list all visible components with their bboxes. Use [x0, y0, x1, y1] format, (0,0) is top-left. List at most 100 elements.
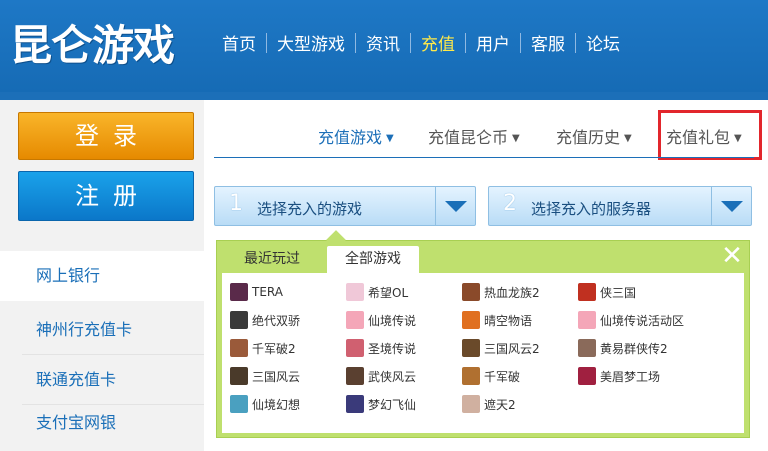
select-label: 选择充入的游戏	[257, 200, 363, 218]
game-name: 热血龙族2	[484, 285, 540, 300]
game-name: 圣境传说	[368, 341, 417, 356]
tab-label: 充值游戏	[318, 128, 383, 147]
game-icon	[462, 311, 480, 329]
nav-item-user[interactable]: 用户	[476, 30, 510, 55]
game-item[interactable]: 侠三国	[578, 281, 636, 303]
game-name: 三国风云2	[484, 341, 540, 356]
main-nav: 首页 大型游戏 资讯 充值 用户 客服 论坛	[222, 30, 620, 55]
chevron-down-icon: ▼	[512, 133, 520, 144]
game-name: 遮天2	[484, 397, 516, 412]
game-icon	[346, 311, 364, 329]
game-item[interactable]: 遮天2	[462, 393, 516, 415]
game-select[interactable]: 1 选择充入的游戏	[214, 186, 476, 226]
sidebar: 登录 注册 网上银行 神州行充值卡 联通充值卡 支付宝网银	[0, 100, 204, 451]
game-item[interactable]: 美眉梦工场	[578, 365, 660, 387]
register-button[interactable]: 注册	[18, 171, 194, 221]
game-icon	[346, 395, 364, 413]
game-icon	[230, 367, 248, 385]
nav-item-news[interactable]: 资讯	[366, 30, 400, 55]
game-icon	[462, 283, 480, 301]
tab-label: 充值历史	[556, 128, 621, 147]
step-number: 1	[229, 191, 243, 216]
game-item[interactable]: 仙境传说	[346, 309, 416, 331]
game-item[interactable]: 三国风云	[230, 365, 300, 387]
game-item[interactable]: 仙境幻想	[230, 393, 300, 415]
tab-recent-games[interactable]: 最近玩过	[227, 246, 317, 273]
sidebar-item-szx-card[interactable]: 神州行充值卡	[0, 305, 204, 355]
game-name: 美眉梦工场	[600, 369, 661, 384]
sidebar-item-alipay[interactable]: 支付宝网银	[0, 398, 204, 448]
game-icon	[578, 339, 596, 357]
close-icon[interactable]: ✕	[719, 243, 745, 269]
nav-item-recharge[interactable]: 充值	[421, 30, 455, 55]
page-body: 登录 注册 网上银行 神州行充值卡 联通充值卡 支付宝网银 充值游戏 ▼ 充值昆仑…	[0, 100, 768, 451]
game-icon	[578, 283, 596, 301]
game-name: TERA	[252, 285, 283, 299]
tab-recharge-coins[interactable]: 充值昆仑币 ▼	[428, 124, 520, 148]
game-icon	[230, 283, 248, 301]
game-icon	[462, 395, 480, 413]
game-name: 千军破2	[252, 341, 296, 356]
game-item[interactable]: 千军破2	[230, 337, 296, 359]
game-icon	[462, 367, 480, 385]
game-item[interactable]: TERA	[230, 281, 283, 303]
game-item[interactable]: 圣境传说	[346, 337, 416, 359]
nav-item-forum[interactable]: 论坛	[586, 30, 620, 55]
chevron-down-icon	[721, 201, 743, 212]
game-item[interactable]: 梦幻飞仙	[346, 393, 416, 415]
game-icon	[346, 339, 364, 357]
game-item[interactable]: 绝代双骄	[230, 309, 300, 331]
game-list: TERA 希望OL 热血龙族2 侠三国绝代双骄 仙境传说 晴空物语 仙境传说活动区千军破2 圣…	[222, 273, 744, 433]
game-name: 绝代双骄	[252, 313, 301, 328]
game-icon	[346, 283, 364, 301]
nav-item-big-games[interactable]: 大型游戏	[277, 30, 345, 55]
game-icon	[578, 311, 596, 329]
game-item[interactable]: 晴空物语	[462, 309, 532, 331]
game-name: 晴空物语	[484, 313, 533, 328]
game-name: 三国风云	[252, 369, 301, 384]
sidebar-item-label: 联通充值卡	[36, 370, 117, 389]
login-button[interactable]: 登录	[18, 112, 194, 160]
game-name: 仙境幻想	[252, 397, 301, 412]
game-item[interactable]: 千军破	[462, 365, 520, 387]
sidebar-item-online-bank[interactable]: 网上银行	[0, 251, 204, 301]
dropdown-button[interactable]	[435, 187, 475, 225]
server-select[interactable]: 2 选择充入的服务器	[488, 186, 752, 226]
site-header: 昆仑游戏 首页 大型游戏 资讯 充值 用户 客服 论坛	[0, 0, 768, 92]
game-picker-panel: 最近玩过 全部游戏 ✕ TERA 希望OL 热血龙族2 侠三国绝代双骄 仙境传说 晴空物语…	[216, 230, 750, 438]
tab-label: 充值昆仑币	[428, 128, 509, 147]
game-name: 侠三国	[600, 285, 637, 300]
game-icon	[346, 367, 364, 385]
tab-all-games[interactable]: 全部游戏	[327, 246, 419, 273]
game-item[interactable]: 三国风云2	[462, 337, 540, 359]
chevron-down-icon	[445, 201, 467, 212]
nav-item-service[interactable]: 客服	[531, 30, 565, 55]
game-name: 武侠风云	[368, 369, 417, 384]
game-icon	[230, 339, 248, 357]
tab-recharge-game[interactable]: 充值游戏 ▼	[318, 124, 394, 148]
nav-item-home[interactable]: 首页	[222, 30, 256, 55]
tab-recharge-history[interactable]: 充值历史 ▼	[556, 124, 632, 148]
game-item[interactable]: 仙境传说活动区	[578, 309, 684, 331]
recharge-tabs: 充值游戏 ▼ 充值昆仑币 ▼ 充值历史 ▼ 充值礼包 ▼	[214, 100, 768, 160]
game-icon	[578, 367, 596, 385]
game-name: 千军破	[484, 369, 521, 384]
game-name: 希望OL	[368, 285, 409, 300]
sidebar-item-label: 神州行充值卡	[36, 320, 133, 339]
nav-divider	[520, 32, 521, 53]
game-item[interactable]: 武侠风云	[346, 365, 416, 387]
game-icon	[462, 339, 480, 357]
game-name: 仙境传说活动区	[600, 313, 685, 328]
site-logo[interactable]: 昆仑游戏	[10, 12, 175, 73]
game-name: 梦幻飞仙	[368, 397, 417, 412]
chevron-down-icon: ▼	[624, 133, 632, 144]
dropdown-button[interactable]	[711, 187, 751, 225]
nav-divider	[410, 32, 411, 53]
chevron-down-icon: ▼	[386, 133, 394, 144]
game-item[interactable]: 希望OL	[346, 281, 408, 303]
game-name: 黄易群侠传2	[600, 341, 668, 356]
game-item[interactable]: 黄易群侠传2	[578, 337, 668, 359]
game-item[interactable]: 热血龙族2	[462, 281, 540, 303]
nav-divider	[355, 32, 356, 53]
game-name: 仙境传说	[368, 313, 417, 328]
